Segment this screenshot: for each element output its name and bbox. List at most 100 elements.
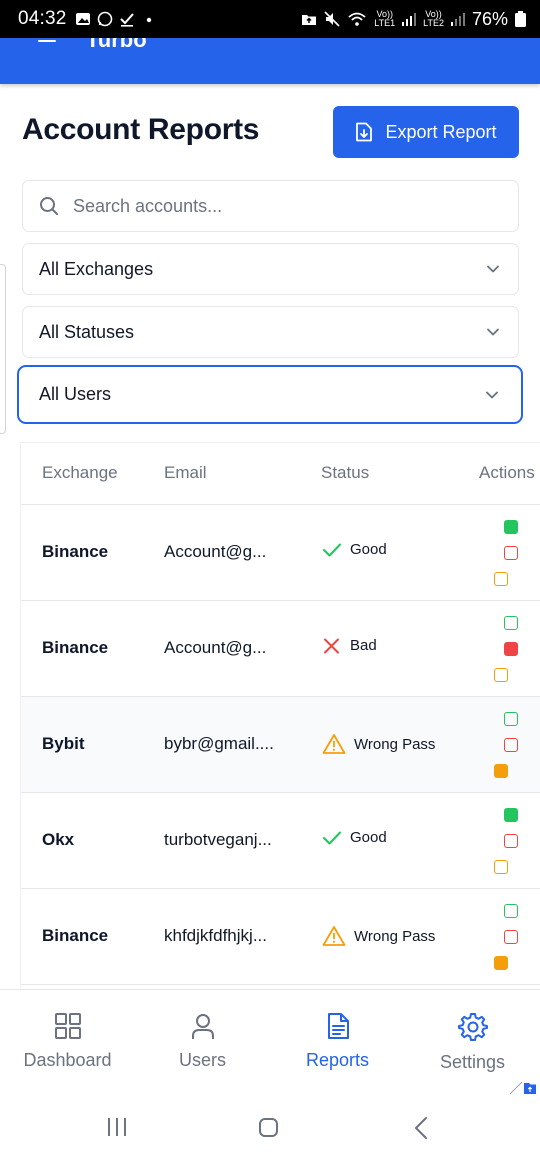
status-filter-value: All Statuses <box>39 321 135 342</box>
battery-level: 76% <box>471 8 508 29</box>
table-row[interactable]: Okx turbotveganj... Good <box>21 793 540 889</box>
recent-apps-button[interactable] <box>108 1118 126 1136</box>
column-header-actions: Actions <box>479 463 535 482</box>
search-input[interactable]: Search accounts... <box>22 180 519 232</box>
edge-handle[interactable] <box>0 264 6 434</box>
mute-icon <box>324 11 340 27</box>
status-cell: Wrong Pass <box>322 733 435 755</box>
search-icon <box>40 197 58 215</box>
check-icon <box>323 543 341 556</box>
gear-icon <box>457 1013 488 1041</box>
nav-users[interactable]: Users <box>135 1012 270 1071</box>
column-header-email[interactable]: Email <box>164 463 207 483</box>
email-cell: khfdjkfdfhjkj... <box>164 926 267 945</box>
app-screen: 04:32 Vo)) LTE1 Vo)) LTE2 76% Turbo Accoun… <box>0 0 540 1158</box>
mark-good-checkbox[interactable] <box>504 520 518 534</box>
signal-icon <box>402 13 417 26</box>
app-brand: Turbo <box>86 38 147 52</box>
nav-label: Users <box>178 1050 226 1070</box>
exchange-cell: Bybit <box>42 734 85 753</box>
chevron-down-icon <box>487 328 499 336</box>
user-filter-select[interactable]: All Users <box>17 365 523 424</box>
system-navigation-bar <box>0 1096 540 1158</box>
exchange-cell: Okx <box>42 830 75 849</box>
accounts-table: Exchange Email Status Actions Binance Ac… <box>20 442 540 990</box>
gallery-icon <box>75 13 90 25</box>
email-cell: turbotveganj... <box>164 830 272 849</box>
sim2-indicator: Vo)) LTE2 <box>423 9 444 28</box>
nav-settings[interactable]: Settings <box>405 1012 540 1073</box>
check-icon <box>323 831 341 844</box>
bottom-navigation: Dashboard Users Reports Settings <box>0 989 540 1089</box>
app-bar: Turbo <box>0 38 540 84</box>
signal-icon <box>450 13 465 26</box>
mark-wrong-pass-checkbox[interactable] <box>494 668 508 682</box>
status-cell: Good <box>322 829 387 846</box>
nav-label: Reports <box>305 1050 370 1070</box>
mark-wrong-pass-checkbox[interactable] <box>494 956 508 970</box>
mark-good-checkbox[interactable] <box>504 616 518 630</box>
folder-upload-icon <box>302 15 317 25</box>
back-button[interactable] <box>413 1116 429 1140</box>
table-row[interactable]: Binance Account@g... Good <box>21 505 540 601</box>
mark-bad-checkbox[interactable] <box>504 834 518 848</box>
warning-icon <box>322 926 346 946</box>
nav-dashboard[interactable]: Dashboard <box>0 1012 135 1071</box>
clock: 04:32 <box>18 8 67 29</box>
user-filter-value: All Users <box>39 384 112 404</box>
status-label: Wrong Pass <box>354 735 436 753</box>
export-report-label: Export Report <box>385 121 497 142</box>
column-header-exchange[interactable]: Exchange <box>42 463 118 483</box>
status-label: Good <box>350 541 387 558</box>
status-cell: Good <box>322 541 387 558</box>
whatsapp-icon <box>97 11 112 27</box>
document-icon <box>327 1013 349 1039</box>
exchange-filter-select[interactable]: All Exchanges <box>22 243 519 295</box>
nav-reports[interactable]: Reports <box>270 1012 405 1071</box>
exchange-filter-value: All Exchanges <box>39 258 154 279</box>
mark-bad-checkbox[interactable] <box>504 642 518 656</box>
exchange-cell: Binance <box>42 638 109 657</box>
chevron-down-icon <box>487 265 499 273</box>
table-row[interactable]: Binance khfdjkfdfhjkj... Wrong Pass <box>21 889 540 985</box>
mark-good-checkbox[interactable] <box>504 904 518 918</box>
home-button[interactable] <box>259 1118 278 1137</box>
mark-wrong-pass-checkbox[interactable] <box>494 572 508 586</box>
mark-good-checkbox[interactable] <box>504 808 518 822</box>
wifi-icon <box>348 12 366 26</box>
status-label: Good <box>350 829 387 846</box>
table-header: Exchange Email Status Actions <box>21 443 540 505</box>
mark-good-checkbox[interactable] <box>504 712 518 726</box>
file-download-icon <box>356 122 373 142</box>
exchange-cell: Binance <box>42 542 109 561</box>
battery-icon <box>515 11 526 27</box>
mark-wrong-pass-checkbox[interactable] <box>494 764 508 778</box>
mark-bad-checkbox[interactable] <box>504 930 518 944</box>
task-done-icon <box>119 13 134 27</box>
x-icon <box>324 638 339 653</box>
status-cell: Wrong Pass <box>322 925 435 947</box>
chevron-down-icon <box>486 391 498 399</box>
mark-bad-checkbox[interactable] <box>504 546 518 560</box>
mark-bad-checkbox[interactable] <box>504 738 518 752</box>
status-bar: 04:32 Vo)) LTE1 Vo)) LTE2 76% <box>0 0 540 38</box>
export-report-button[interactable]: Export Report <box>333 106 519 158</box>
email-cell: bybr@gmail.... <box>164 734 274 753</box>
exchange-cell: Binance <box>42 926 109 945</box>
dot-icon <box>146 17 151 23</box>
menu-icon[interactable] <box>38 38 56 48</box>
email-cell: Account@g... <box>164 638 267 657</box>
status-label: Wrong Pass <box>354 927 436 945</box>
mark-wrong-pass-checkbox[interactable] <box>494 860 508 874</box>
user-icon <box>191 1014 214 1039</box>
sim1-indicator: Vo)) LTE1 <box>374 9 396 28</box>
nav-label: Settings <box>439 1052 506 1072</box>
table-row[interactable]: Binance Account@g... Bad <box>21 601 540 697</box>
warning-icon <box>322 734 346 754</box>
nav-label: Dashboard <box>23 1050 112 1070</box>
table-row[interactable]: Bybit bybr@gmail.... Wrong Pass <box>21 697 540 793</box>
status-filter-select[interactable]: All Statuses <box>22 306 519 358</box>
status-cell: Bad <box>322 637 377 654</box>
column-header-status[interactable]: Status <box>321 463 369 483</box>
status-label: Bad <box>350 637 377 654</box>
